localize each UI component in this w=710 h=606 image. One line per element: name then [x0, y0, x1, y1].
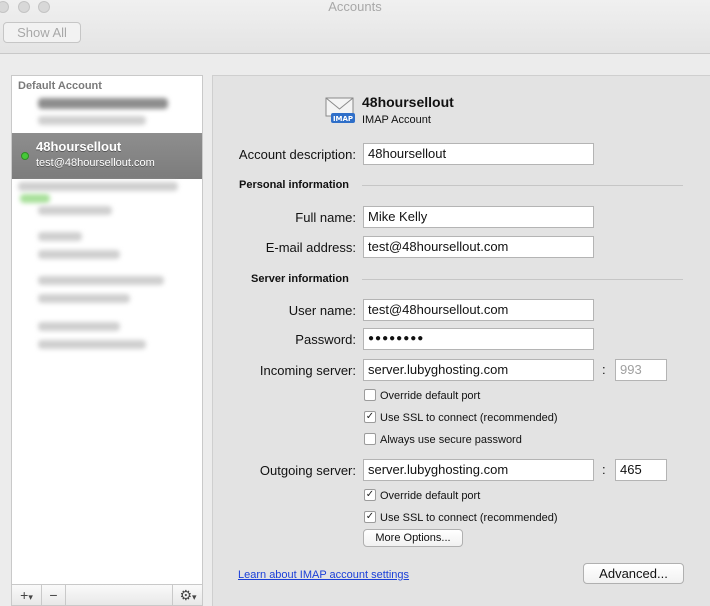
more-options-button[interactable]: More Options... [363, 529, 463, 547]
account-description-field[interactable]: 48hoursellout [363, 143, 594, 165]
divider [362, 185, 683, 186]
full-name-label: Full name: [295, 210, 356, 225]
checkbox-unchecked[interactable] [364, 389, 376, 401]
account-list-item-selected[interactable]: 48hoursellout test@48hoursellout.com [12, 133, 202, 179]
window-titlebar: Accounts Show All [0, 0, 710, 54]
checkbox-unchecked[interactable] [364, 433, 376, 445]
full-name-field[interactable]: Mike Kelly [363, 206, 594, 228]
port-separator: : [602, 362, 606, 377]
incoming-server-label: Incoming server: [259, 363, 356, 378]
online-status-icon [21, 152, 29, 160]
sidebar-header-default-account: Default Account [18, 80, 102, 92]
advanced-button[interactable]: Advanced... [583, 563, 684, 584]
outgoing-port-field[interactable]: 465 [615, 459, 667, 481]
password-label: Password: [295, 332, 356, 347]
account-list: Default Account 48hoursellout test@48hou… [11, 75, 203, 585]
add-account-button[interactable]: +▾ [12, 585, 42, 605]
divider [362, 279, 683, 280]
mail-envelope-icon: IMAP [325, 97, 355, 123]
account-actions-button[interactable]: ⚙▾ [172, 585, 203, 605]
account-list-item[interactable] [12, 228, 202, 268]
account-list-item[interactable] [12, 180, 202, 220]
account-list-item[interactable] [12, 94, 202, 134]
minus-icon: − [49, 587, 58, 603]
user-name-field[interactable]: test@48hoursellout.com [363, 299, 594, 321]
account-description-label: Account description: [238, 147, 356, 162]
account-list-item[interactable] [12, 272, 202, 312]
personal-info-heading: Personal information [239, 179, 350, 191]
account-list-item[interactable] [12, 318, 202, 358]
checkmark-icon[interactable]: ✓ [364, 511, 376, 523]
chevron-down-icon: ▾ [28, 592, 33, 602]
learn-imap-settings-link[interactable]: Learn about IMAP account settings [238, 569, 409, 581]
show-all-button[interactable]: Show All [3, 22, 81, 43]
account-type: IMAP Account [362, 114, 431, 126]
incoming-server-field[interactable]: server.lubyghosting.com [363, 359, 594, 381]
checkmark-icon[interactable]: ✓ [364, 489, 376, 501]
account-name: 48hoursellout [36, 139, 122, 154]
outgoing-server-field[interactable]: server.lubyghosting.com [363, 459, 594, 481]
password-field[interactable]: ●●●●●●●● [363, 328, 594, 350]
user-name-label: User name: [288, 303, 356, 318]
email-address-field[interactable]: test@48hoursellout.com [363, 236, 594, 258]
chevron-down-icon: ▾ [192, 592, 197, 602]
imap-badge-label: IMAP [333, 115, 353, 123]
port-separator: : [602, 462, 606, 477]
sidebar-toolbar: +▾ − ⚙▾ [11, 585, 203, 606]
gear-icon: ⚙ [179, 587, 193, 603]
window-title: Accounts [328, 0, 382, 14]
checkmark-icon[interactable]: ✓ [364, 411, 376, 423]
outgoing-server-label: Outgoing server: [259, 463, 356, 478]
email-address-label: E-mail address: [265, 240, 356, 255]
server-info-heading: Server information [251, 273, 349, 285]
remove-account-button[interactable]: − [42, 585, 66, 605]
account-email: test@48hoursellout.com [36, 157, 155, 169]
incoming-port-field: 993 [615, 359, 667, 381]
account-title: 48hoursellout [362, 94, 454, 110]
